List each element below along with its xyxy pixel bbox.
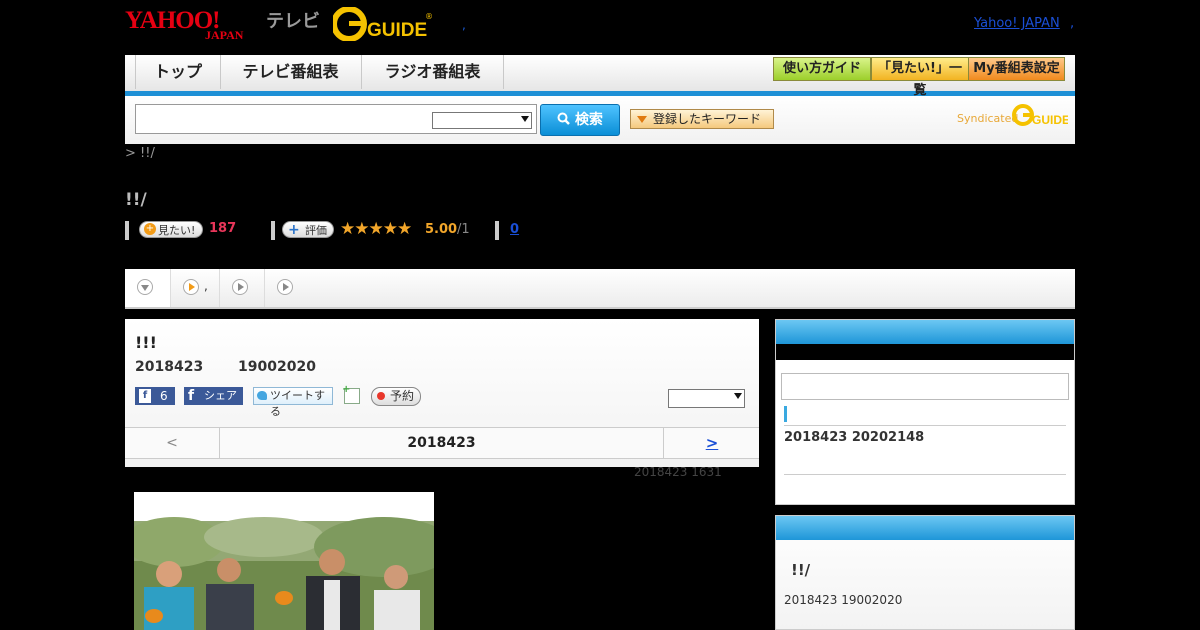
rate-label: 評価 — [305, 224, 327, 237]
plus-icon: + — [144, 223, 156, 235]
svg-text:JAPAN: JAPAN — [205, 28, 244, 40]
episode-panel: !!! 2018423 19002020 f 6 f シェア ツイートする + … — [125, 319, 759, 467]
episode-image — [134, 492, 434, 630]
stat-divider — [271, 221, 275, 240]
section-marker — [784, 406, 787, 422]
tweet-button[interactable]: ツイートする — [253, 387, 333, 418]
mitai-list-button[interactable]: 「見たい!」一覧 — [871, 57, 969, 98]
tweet-label: ツイートする — [270, 389, 325, 418]
search-icon — [557, 112, 575, 128]
twitter-bird-icon — [257, 391, 267, 400]
mitai-button[interactable]: + 見たい! — [139, 221, 203, 238]
prev-date-link[interactable]: < — [125, 428, 220, 458]
my-listing-settings-button[interactable]: My番組表設定 — [968, 57, 1065, 81]
tab-1[interactable] — [125, 269, 171, 307]
program-tabs: , — [125, 269, 1075, 309]
breadcrumb[interactable]: > !!/ — [125, 146, 155, 161]
divider — [784, 474, 1066, 475]
updated-timestamp: 2018423 1631 — [634, 465, 722, 479]
rate-button[interactable]: + 評価 — [282, 221, 334, 238]
facebook-share-button[interactable]: f シェア — [184, 387, 243, 405]
program-title: !!/ — [125, 190, 147, 210]
yahoo-japan-logo[interactable]: YAHOO! JAPAN — [125, 6, 265, 42]
usage-guide-button[interactable]: 使い方ガイド — [773, 57, 871, 81]
sidebar-date: 2018423 20202148 — [784, 430, 925, 445]
sidebar-box-header — [776, 516, 1074, 540]
record-dot-icon — [377, 392, 385, 400]
nav-tab-radio-listings[interactable]: ラジオ番組表 — [362, 55, 504, 89]
search-button[interactable]: 検索 — [540, 104, 620, 136]
facebook-like-count: 6 — [160, 389, 168, 403]
reserve-label: 予約 — [390, 389, 415, 403]
current-date: 2018423 — [407, 435, 476, 451]
related-program-date: 2018423 19002020 — [784, 593, 903, 607]
sidebar-box-subheader — [776, 344, 1074, 360]
comment-count-link[interactable]: 0 — [510, 222, 519, 237]
rating-count: /1 — [457, 222, 470, 237]
header-separator: , — [462, 18, 466, 32]
tab-3[interactable] — [220, 269, 265, 307]
yahoo-link-suffix: , — [1070, 16, 1075, 31]
sidebar-box-header — [776, 320, 1074, 344]
dropdown-arrow-icon — [734, 393, 742, 399]
main-nav: トップ テレビ番組表 ラジオ番組表 使い方ガイド 「見たい!」一覧 My番組表設… — [125, 55, 1075, 98]
tv-label: テレビ — [266, 11, 320, 32]
search-category-select[interactable] — [432, 112, 532, 129]
rating-value: 5.00 — [425, 222, 458, 237]
registered-keywords-button[interactable]: 登録したキーワード — [630, 109, 774, 129]
date-navigation: < 2018423 > — [125, 427, 759, 459]
search-button-label: 検索 — [574, 112, 603, 128]
sidebar-field[interactable] — [781, 373, 1069, 400]
search-bar: 検索 登録したキーワード Syndicated GUIDE — [125, 96, 1075, 144]
episode-date: 2018423 — [135, 359, 204, 375]
nav-tab-top[interactable]: トップ — [135, 55, 221, 89]
yahoo-japan-link[interactable]: Yahoo! JAPAN — [974, 16, 1060, 31]
registered-keywords-label: 登録したキーワード — [653, 112, 762, 126]
related-program-title[interactable]: !!/ — [791, 561, 810, 579]
syndicated-label: Syndicated — [957, 112, 1019, 125]
play-icon — [183, 279, 199, 295]
episode-time: 19002020 — [238, 359, 316, 375]
play-icon — [277, 279, 293, 295]
mitai-count: 187 — [209, 221, 237, 236]
tab-2-label: , — [204, 279, 208, 293]
mitai-label: 見たい! — [158, 224, 196, 237]
stat-divider — [495, 221, 499, 240]
triangle-down-icon — [637, 116, 647, 123]
gguide-logo[interactable]: GUIDE ® — [331, 6, 433, 42]
svg-text:GUIDE: GUIDE — [367, 20, 427, 41]
divider — [784, 425, 1066, 426]
svg-text:®: ® — [425, 12, 433, 21]
add-calendar-icon[interactable]: + — [342, 384, 360, 404]
tab-2[interactable]: , — [171, 269, 220, 307]
svg-text:GUIDE: GUIDE — [1032, 113, 1068, 127]
sidebar-box-2: !!/ 2018423 19002020 — [775, 515, 1075, 630]
dropdown-arrow-icon — [521, 116, 529, 122]
star-rating-icon: ★★★★★ — [340, 219, 412, 239]
stat-divider — [125, 221, 129, 240]
episode-select[interactable] — [668, 389, 745, 408]
reserve-button[interactable]: 予約 — [371, 387, 421, 406]
facebook-share-label: シェア — [204, 389, 237, 402]
nav-tab-tv-listings[interactable]: テレビ番組表 — [220, 55, 362, 89]
tab-4[interactable] — [265, 269, 309, 307]
sidebar-box-1: 2018423 20202148 — [775, 319, 1075, 505]
chevron-down-icon — [137, 279, 153, 295]
facebook-icon: f — [188, 388, 195, 404]
play-icon — [232, 279, 248, 295]
next-date-link[interactable]: > — [663, 428, 760, 458]
plus-icon: + — [288, 222, 300, 238]
facebook-like-button[interactable]: f 6 — [135, 387, 175, 405]
episode-title: !!! — [135, 333, 157, 352]
syndicated-gguide-logo: GUIDE — [1012, 104, 1070, 128]
facebook-icon: f — [139, 389, 151, 403]
